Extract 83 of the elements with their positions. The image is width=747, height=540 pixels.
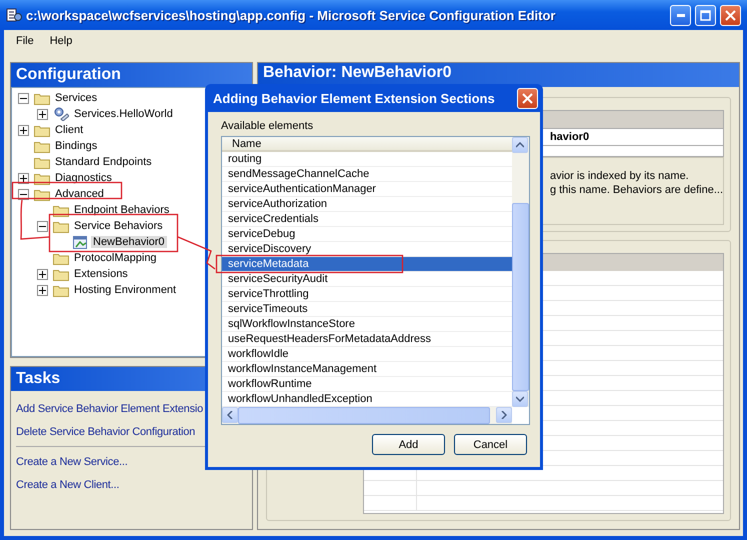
folder-icon [53, 220, 69, 232]
behavior-name: havior0 [550, 131, 590, 143]
task-link[interactable]: Create a New Client... [16, 473, 120, 496]
scroll-right-icon [496, 407, 512, 423]
tree-item[interactable]: NewBehavior0 [91, 236, 167, 248]
task-link[interactable]: Create a New Service... [16, 450, 128, 473]
folder-icon [53, 252, 69, 264]
annotation-line [178, 236, 216, 270]
list-item[interactable]: workflowIdle [222, 347, 512, 362]
list-item[interactable]: serviceCredentials [222, 212, 512, 227]
collapse-icon[interactable] [37, 220, 48, 232]
tree-item[interactable]: Standard Endpoints [53, 156, 154, 168]
scroll-up-icon [512, 137, 528, 153]
list-item[interactable]: sqlWorkflowInstanceStore [222, 317, 512, 332]
list-label: Available elements [221, 120, 314, 132]
expand-icon[interactable] [37, 268, 48, 280]
tree-item[interactable]: Endpoint Behaviors [72, 204, 172, 216]
scroll-down-icon [512, 391, 528, 407]
folder-icon [34, 156, 50, 168]
cancel-button[interactable]: Cancel [454, 434, 527, 455]
menu-item[interactable]: File [8, 35, 42, 47]
list-item[interactable]: serviceDebug [222, 227, 512, 242]
tree-item[interactable]: Diagnostics [53, 172, 114, 184]
list-item[interactable]: serviceThrottling [222, 287, 512, 302]
folder-icon [53, 284, 69, 296]
panel-header: Configuration [11, 63, 252, 87]
folder-icon [53, 268, 69, 280]
description-text: avior is indexed by its name. [550, 170, 689, 184]
column-header[interactable]: Name [222, 137, 512, 152]
minimize-icon [676, 14, 684, 16]
tree-item[interactable]: Services.HelloWorld [72, 108, 175, 120]
maximize-icon [700, 10, 711, 20]
maximize-button[interactable] [695, 4, 716, 26]
window-title: c:\workspace\wcfservices\hosting\app.config - Microsoft Service Configuration Editor [26, 8, 556, 22]
tree-item[interactable]: Services [53, 92, 100, 104]
tree-item[interactable]: Hosting Environment [72, 284, 178, 296]
list-item[interactable]: serviceAuthenticationManager [222, 182, 512, 197]
task-link[interactable]: Add Service Behavior Element Extensio [16, 397, 204, 420]
minimize-button[interactable] [670, 4, 691, 26]
list-item[interactable]: serviceSecurityAudit [222, 272, 512, 287]
folder-icon [53, 204, 69, 216]
list-item[interactable]: useRequestHeadersForMetadataAddress [222, 332, 512, 347]
dialog-title: Adding Behavior Element Extension Sections [213, 90, 496, 106]
description-text: g this name. Behaviors are define... [550, 184, 723, 198]
expand-icon[interactable] [37, 284, 48, 296]
collapse-icon[interactable] [18, 92, 29, 104]
app-icon [6, 7, 22, 23]
expand-icon[interactable] [18, 124, 29, 136]
tree-item[interactable]: Client [53, 124, 86, 136]
close-icon [725, 10, 736, 20]
close-button[interactable] [517, 88, 538, 108]
tree-item[interactable]: Service Behaviors [72, 220, 165, 232]
tree-item[interactable]: Advanced [53, 188, 106, 200]
add-button[interactable]: Add [372, 434, 445, 455]
list-item[interactable]: serviceAuthorization [222, 197, 512, 212]
tree-item[interactable]: Bindings [53, 140, 100, 152]
task-link[interactable]: Delete Service Behavior Configuration [16, 420, 196, 443]
collapse-icon[interactable] [18, 188, 29, 200]
tree-item[interactable]: ProtocolMapping [72, 252, 159, 264]
menu-item[interactable]: Help [42, 35, 80, 47]
list-item[interactable]: serviceTimeouts [222, 302, 512, 317]
behavior-icon [72, 234, 88, 250]
list-item[interactable]: routing [222, 152, 512, 167]
annotation-line [20, 200, 50, 240]
vertical-scrollbar[interactable] [512, 137, 529, 407]
list-item[interactable]: workflowRuntime [222, 377, 512, 392]
gears-icon [53, 107, 69, 121]
scroll-left-icon [222, 407, 238, 423]
list-item[interactable]: workflowInstanceManagement [222, 362, 512, 377]
close-button[interactable] [720, 4, 741, 26]
folder-icon [34, 188, 50, 200]
list-item[interactable]: sendMessageChannelCache [222, 167, 512, 182]
list-item[interactable]: serviceMetadata [222, 257, 512, 272]
close-icon [522, 92, 533, 104]
panel-header: Behavior: NewBehavior0 [262, 64, 452, 82]
tree-item[interactable]: Extensions [72, 268, 130, 280]
expand-icon[interactable] [18, 172, 29, 184]
expand-icon[interactable] [37, 108, 48, 120]
folder-icon [34, 124, 50, 136]
folder-icon [34, 172, 50, 184]
folder-icon [34, 140, 50, 152]
folder-icon [34, 92, 50, 104]
horizontal-scrollbar[interactable] [222, 407, 512, 424]
